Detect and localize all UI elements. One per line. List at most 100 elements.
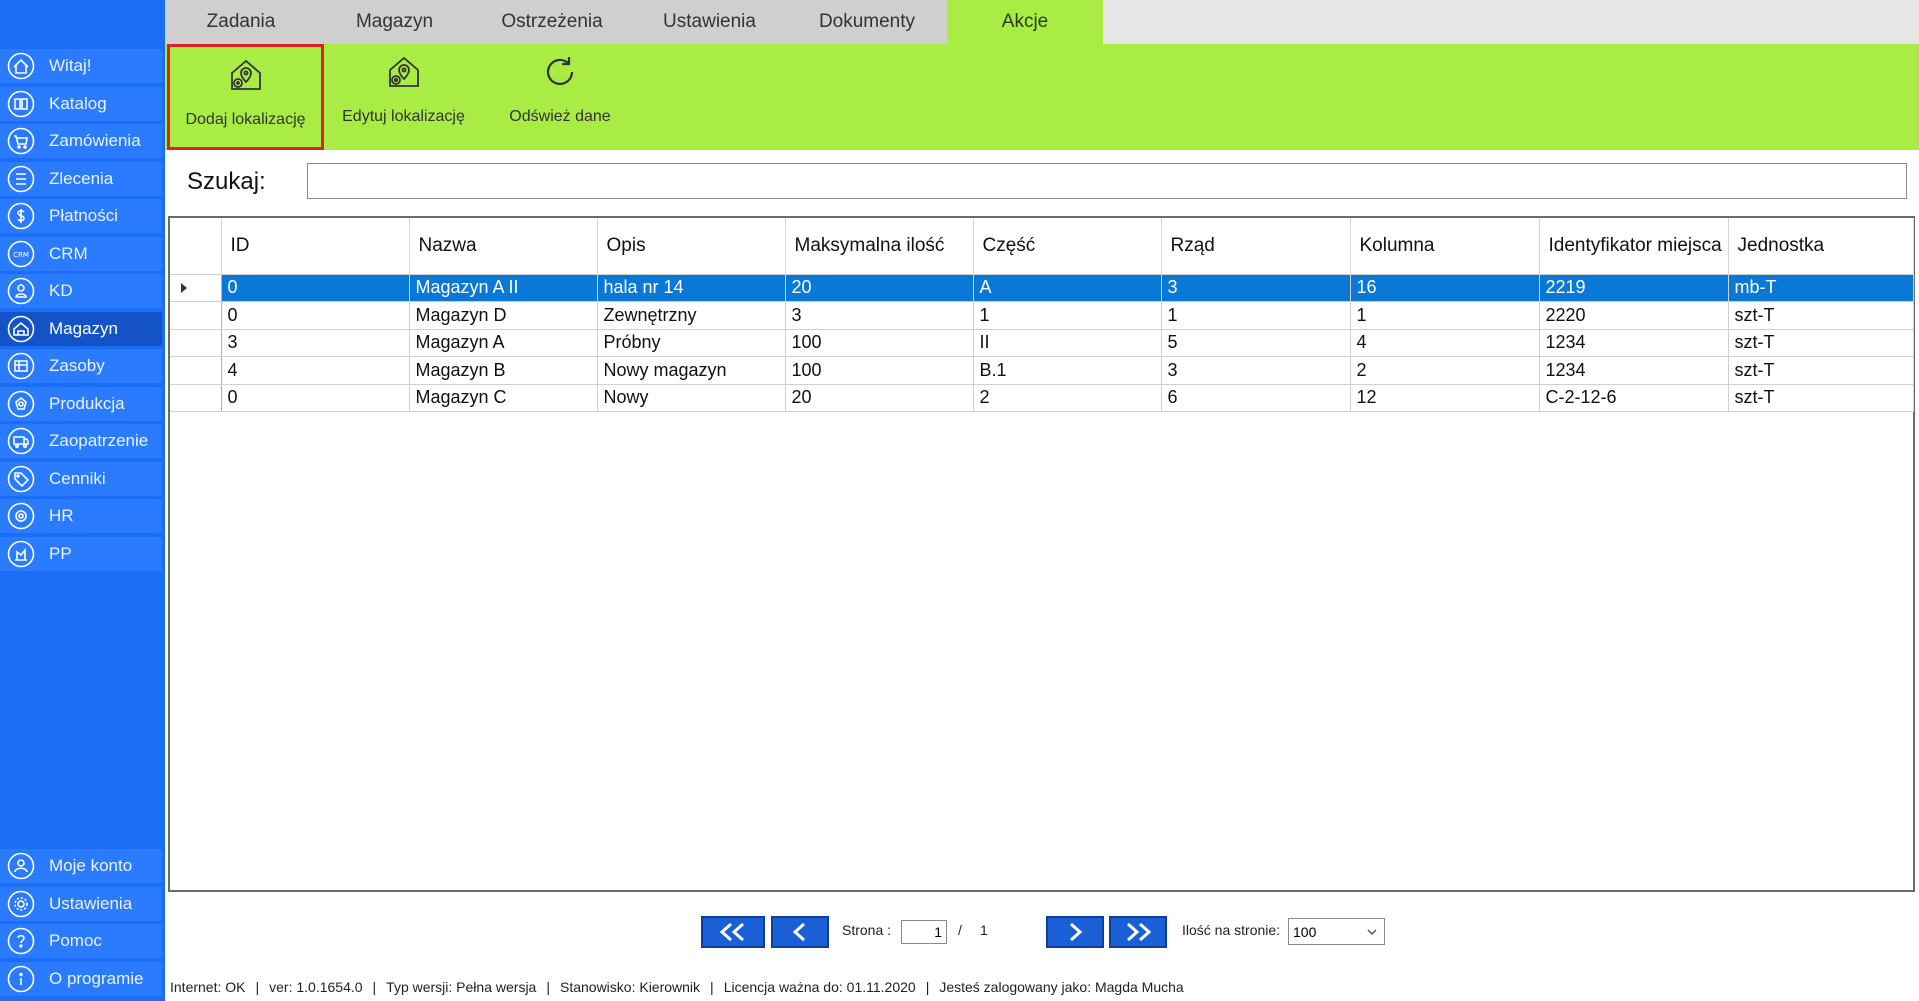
table-cell[interactable]: Zewnętrzny: [597, 301, 786, 330]
table-cell[interactable]: Magazyn C: [409, 384, 598, 412]
column-header[interactable]: Identyfikator miejsca: [1539, 218, 1729, 275]
sidebar-item-zasoby[interactable]: Zasoby: [0, 349, 162, 383]
sidebar-item-crm[interactable]: CRM CRM: [0, 236, 162, 271]
table-cell[interactable]: mb-T: [1728, 274, 1914, 302]
row-header[interactable]: [170, 329, 222, 357]
sidebar-item-kd[interactable]: KD: [0, 274, 162, 308]
table-cell[interactable]: 3: [785, 301, 974, 330]
page-number-input[interactable]: [901, 920, 947, 944]
table-row[interactable]: 0 Magazyn D Zewnętrzny 3 1 1 1 2220 szt-T: [170, 301, 1914, 330]
table-row[interactable]: 3 Magazyn A Próbny 100 II 5 4 1234 szt-T: [170, 329, 1914, 357]
table-cell[interactable]: 1234: [1539, 356, 1729, 385]
sidebar-item-hr[interactable]: HR: [0, 499, 162, 533]
table-cell[interactable]: 3: [1161, 274, 1351, 302]
table-cell[interactable]: 20: [785, 274, 974, 302]
table-cell[interactable]: 0: [221, 301, 410, 330]
column-header[interactable]: Kolumna: [1350, 218, 1540, 275]
table-cell[interactable]: 1: [1161, 301, 1351, 330]
search-input[interactable]: [307, 163, 1907, 199]
table-cell[interactable]: B.1: [973, 356, 1162, 385]
sidebar-item-pp[interactable]: PP: [0, 536, 162, 571]
table-cell[interactable]: 100: [785, 329, 974, 357]
table-cell[interactable]: 0: [221, 274, 410, 302]
sidebar-item-cenniki[interactable]: Cenniki: [0, 461, 162, 496]
column-header[interactable]: Rząd: [1161, 218, 1351, 275]
tab-dokumenty[interactable]: Dokumenty: [787, 0, 947, 44]
table-cell[interactable]: szt-T: [1728, 384, 1914, 412]
row-header[interactable]: [170, 274, 222, 302]
sidebar-item-ustawienia[interactable]: Ustawienia: [0, 886, 162, 921]
table-cell[interactable]: Magazyn B: [409, 356, 598, 385]
table-row[interactable]: 4 Magazyn B Nowy magazyn 100 B.1 3 2 1234 szt-T: [170, 356, 1914, 385]
table-cell[interactable]: 16: [1350, 274, 1540, 302]
table-cell[interactable]: 2219: [1539, 274, 1729, 302]
table-cell[interactable]: Magazyn A: [409, 329, 598, 357]
table-cell[interactable]: Nowy: [597, 384, 786, 412]
edit-location-button[interactable]: Edytuj lokalizację: [327, 44, 480, 150]
tab-ostrzezenia[interactable]: Ostrzeżenia: [472, 0, 632, 44]
table-cell[interactable]: 4: [221, 356, 410, 385]
column-header[interactable]: Część: [973, 218, 1162, 275]
table-row[interactable]: 0 Magazyn A II hala nr 14 20 A 3 16 2219 mb-T: [170, 274, 1914, 302]
column-header[interactable]: Opis: [597, 218, 786, 275]
per-page-select[interactable]: 100: [1288, 918, 1385, 945]
table-cell[interactable]: II: [973, 329, 1162, 357]
table-cell[interactable]: Magazyn A II: [409, 274, 598, 302]
refresh-button[interactable]: Odśwież dane: [485, 44, 635, 150]
next-page-button[interactable]: [1046, 916, 1104, 948]
sidebar-item-p-atno-ci[interactable]: Płatności: [0, 199, 162, 233]
sidebar-item-moje-konto[interactable]: Moje konto: [0, 849, 162, 883]
page-separator: /: [958, 922, 962, 938]
table-cell[interactable]: Próbny: [597, 329, 786, 357]
sidebar-item-zlecenia[interactable]: Zlecenia: [0, 161, 162, 196]
column-header[interactable]: ID: [221, 218, 410, 275]
table-cell[interactable]: szt-T: [1728, 301, 1914, 330]
table-cell[interactable]: 20: [785, 384, 974, 412]
table-cell[interactable]: 3: [221, 329, 410, 357]
last-page-button[interactable]: [1109, 916, 1167, 948]
table-row[interactable]: 0 Magazyn C Nowy 20 2 6 12 C-2-12-6 szt-T: [170, 384, 1914, 412]
tab-zadania[interactable]: Zadania: [165, 0, 317, 44]
table-cell[interactable]: 3: [1161, 356, 1351, 385]
row-header[interactable]: [170, 356, 222, 385]
sidebar-item-witaj-[interactable]: Witaj!: [0, 49, 162, 83]
first-page-button[interactable]: [701, 916, 765, 948]
row-header[interactable]: [170, 384, 222, 412]
table-cell[interactable]: C-2-12-6: [1539, 384, 1729, 412]
sidebar-item-o-programie[interactable]: O programie: [0, 961, 162, 996]
table-cell[interactable]: 4: [1350, 329, 1540, 357]
sidebar-item-magazyn[interactable]: Magazyn: [0, 311, 162, 346]
sidebar-item-zaopatrzenie[interactable]: Zaopatrzenie: [0, 424, 162, 458]
column-header[interactable]: Nazwa: [409, 218, 598, 275]
add-location-button[interactable]: Dodaj lokalizację: [167, 44, 324, 150]
table-cell[interactable]: 2: [1350, 356, 1540, 385]
sidebar-item-pomoc[interactable]: Pomoc: [0, 924, 162, 958]
sidebar-item-katalog[interactable]: Katalog: [0, 86, 162, 121]
sidebar-item-produkcja[interactable]: Produkcja: [0, 386, 162, 421]
table-cell[interactable]: 2: [973, 384, 1162, 412]
table-cell[interactable]: 5: [1161, 329, 1351, 357]
table-cell[interactable]: 6: [1161, 384, 1351, 412]
chevron-left-icon: [792, 922, 805, 942]
table-cell[interactable]: 12: [1350, 384, 1540, 412]
table-cell[interactable]: 1234: [1539, 329, 1729, 357]
table-cell[interactable]: 0: [221, 384, 410, 412]
table-cell[interactable]: 2220: [1539, 301, 1729, 330]
tab-magazyn[interactable]: Magazyn: [317, 0, 472, 44]
column-header[interactable]: Maksymalna ilość: [785, 218, 974, 275]
table-cell[interactable]: Magazyn D: [409, 301, 598, 330]
tab-akcje[interactable]: Akcje: [947, 0, 1103, 44]
table-cell[interactable]: 100: [785, 356, 974, 385]
tab-ustawienia[interactable]: Ustawienia: [632, 0, 787, 44]
row-header[interactable]: [170, 301, 222, 330]
table-cell[interactable]: 1: [973, 301, 1162, 330]
table-cell[interactable]: 1: [1350, 301, 1540, 330]
table-cell[interactable]: szt-T: [1728, 329, 1914, 357]
table-cell[interactable]: A: [973, 274, 1162, 302]
column-header[interactable]: Jednostka: [1728, 218, 1914, 275]
sidebar-item-zam-wienia[interactable]: Zamówienia: [0, 124, 162, 158]
table-cell[interactable]: szt-T: [1728, 356, 1914, 385]
table-cell[interactable]: Nowy magazyn: [597, 356, 786, 385]
prev-page-button[interactable]: [771, 916, 829, 948]
table-cell[interactable]: hala nr 14: [597, 274, 786, 302]
